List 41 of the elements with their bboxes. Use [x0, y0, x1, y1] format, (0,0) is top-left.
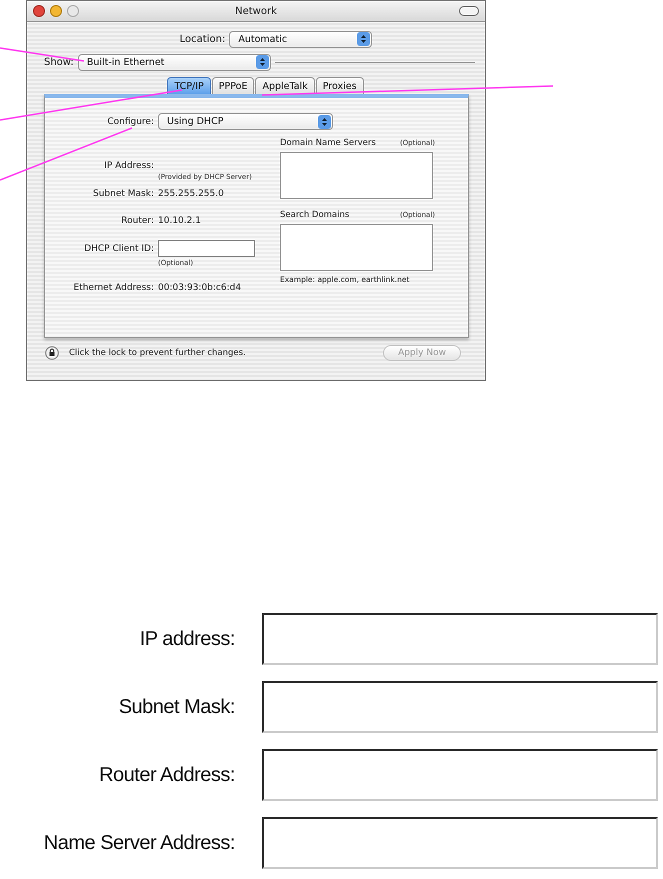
show-dropdown[interactable]: Built-in Ethernet	[78, 54, 271, 70]
configure-label: Configure:	[106, 116, 154, 126]
ethernet-address-value: 00:03:93:0b:c6:d4	[158, 282, 242, 292]
tab[interactable]: PPPoE	[212, 77, 254, 94]
dhcp-client-id-label: DHCP Client ID:	[83, 244, 154, 254]
form-field-label: Subnet Mask:	[118, 696, 235, 718]
search-domains-field[interactable]	[280, 224, 433, 271]
tab[interactable]: Proxies	[316, 77, 364, 94]
tab[interactable]: TCP/IP	[167, 77, 211, 94]
router-label: Router:	[120, 216, 154, 226]
domain-name-servers-label: Domain Name Servers	[280, 138, 376, 148]
input-field[interactable]	[262, 817, 658, 869]
dropdown-arrows-icon	[256, 55, 269, 69]
form-field-label: IP address:	[138, 628, 235, 650]
ethernet-address-label: Ethernet Address:	[72, 282, 154, 292]
lock-message: Click the lock to prevent further changes.	[69, 348, 246, 358]
domain-name-servers-field[interactable]	[280, 152, 433, 199]
location-dropdown[interactable]: Automatic	[229, 30, 372, 48]
form-field-label: Name Server Address:	[42, 832, 235, 854]
search-domains-label: Search Domains	[280, 210, 350, 220]
form-field-label: Router Address:	[98, 764, 235, 786]
dropdown-arrows-icon	[357, 32, 370, 46]
location-label: Location:	[180, 34, 226, 44]
dropdown-arrows-icon	[318, 114, 331, 128]
close-icon[interactable]	[33, 5, 45, 17]
lock-icon[interactable]	[45, 346, 59, 360]
minimize-icon[interactable]	[50, 5, 62, 17]
subnet-mask-label: Subnet Mask:	[92, 188, 154, 198]
zoom-icon	[67, 5, 79, 17]
toolbar-toggle-icon[interactable]	[459, 6, 479, 16]
input-field[interactable]	[262, 681, 658, 733]
input-field[interactable]	[262, 613, 658, 665]
configure-dropdown[interactable]: Using DHCP	[158, 113, 333, 130]
input-field[interactable]	[262, 749, 658, 801]
subnet-mask-value: 255.255.255.0	[158, 188, 224, 198]
ip-address-label: IP Address:	[103, 160, 154, 170]
dhcp-client-id-field[interactable]	[158, 240, 255, 257]
window-title: Network	[235, 6, 277, 16]
router-value: 10.10.2.1	[158, 216, 201, 226]
tab[interactable]: AppleTalk	[255, 77, 315, 94]
show-label: Show:	[44, 56, 74, 68]
